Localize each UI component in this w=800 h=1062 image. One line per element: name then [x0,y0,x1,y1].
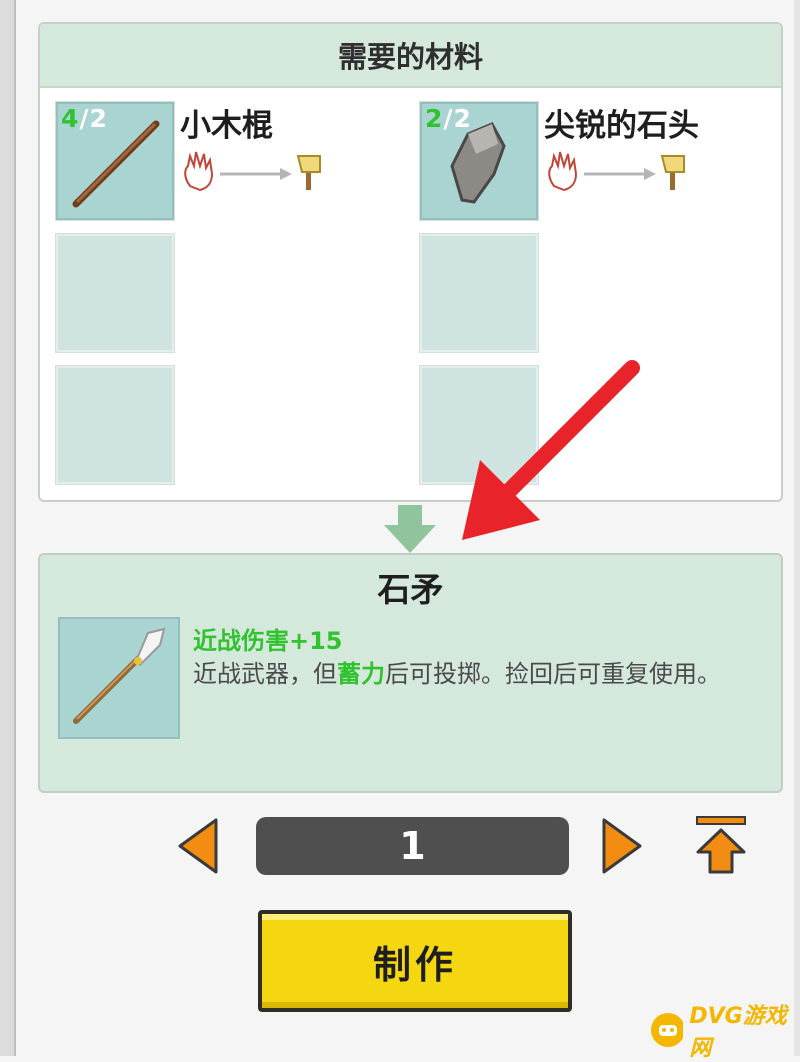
hand-icon [548,151,578,192]
craft-button[interactable]: 制作 [258,910,572,1012]
craft-button-label: 制作 [372,942,457,987]
wooden-stick-icon [72,120,160,208]
stone-spear-icon [73,627,166,724]
result-stat: 近战伤害+15 [193,627,343,655]
axe-icon [660,155,685,190]
gamepad-logo-icon [651,1013,684,1047]
increase-quantity-button[interactable] [600,816,644,876]
material-name: 尖锐的石头 [544,108,699,144]
max-quantity-button[interactable] [694,814,748,876]
watermark: DVG游戏网 [650,1004,800,1061]
material-slot-stone[interactable]: 2/2 [419,101,539,221]
down-arrow-icon [384,505,436,553]
result-item-name: 石矛 [377,570,444,609]
left-edge-panel [0,0,16,1056]
watermark-text: DVG游戏网 [689,1004,787,1061]
material-slot-stick[interactable]: 4/2 [55,101,175,221]
material-slot-empty [55,365,175,485]
axe-icon [296,155,321,190]
material-name: 小木棍 [180,108,273,144]
sharp-stone-icon [450,122,506,204]
result-description: 近战武器，但蓄力后可投掷。捡回后可重复使用。 [193,660,721,688]
material-slot-empty [55,233,175,353]
hand-icon [184,151,214,192]
gather-hint [548,151,685,192]
materials-panel: 需要的材料 4/2 小木棍 2/2 尖锐的石头 [38,22,783,502]
materials-header: 需要的材料 [40,24,781,88]
material-slot-empty [419,233,539,353]
decrease-quantity-button[interactable] [176,816,220,876]
quantity-display: 1 [256,817,569,875]
right-edge-panel [794,0,800,1056]
gather-hint [184,151,321,192]
result-item-slot[interactable] [58,617,180,739]
result-panel: 石矛 近战伤害+15 近战武器，但蓄力后可投掷。捡回后可重复使用。 [38,553,783,793]
annotation-arrow-icon [462,360,640,540]
